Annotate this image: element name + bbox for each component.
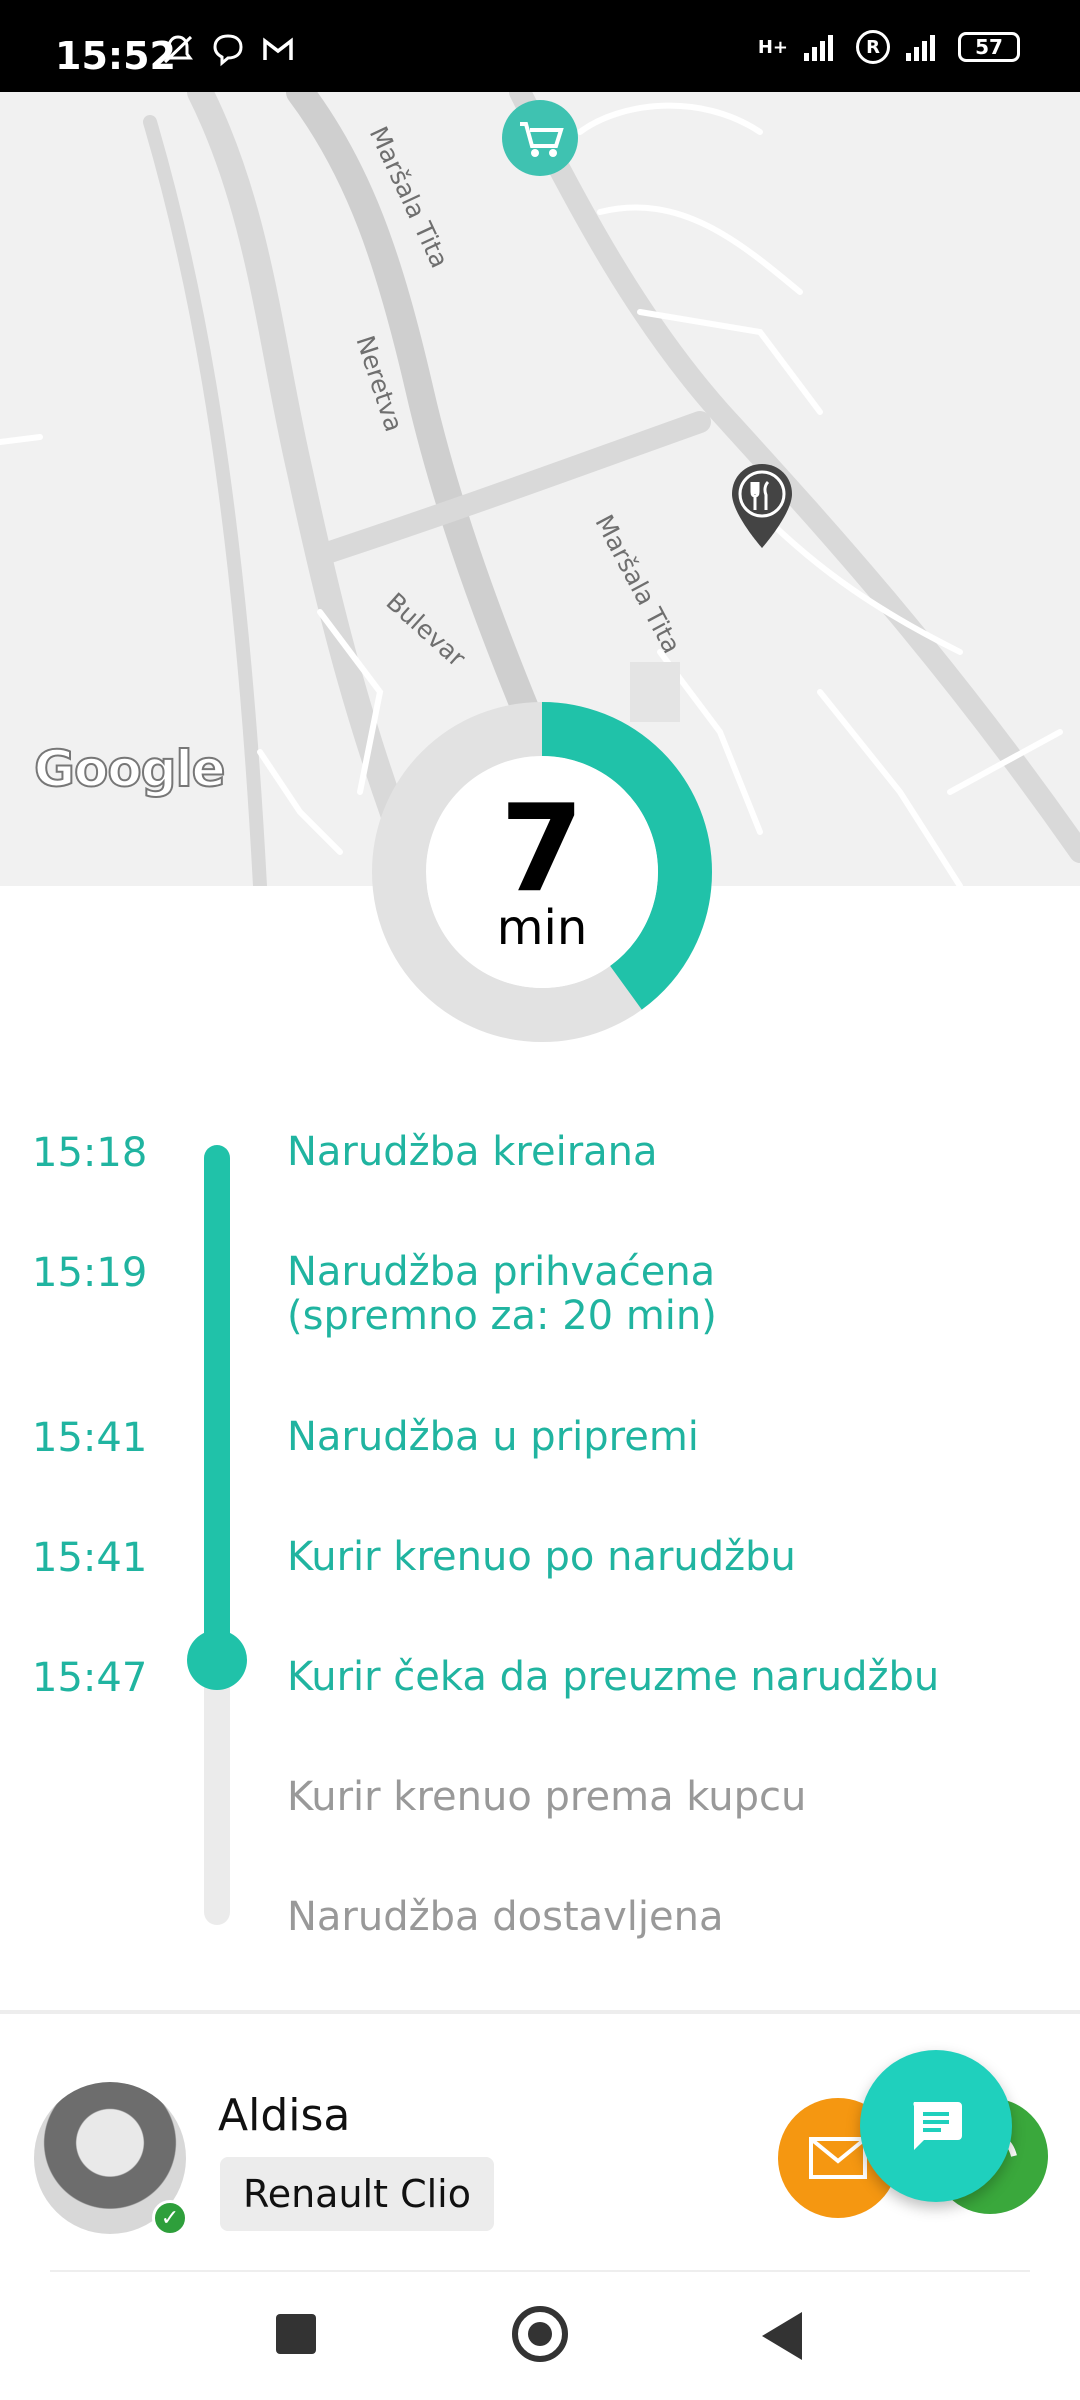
status-time: 15:52 [55, 34, 176, 78]
status-system-icons: H+ R 57 [758, 30, 1020, 64]
timeline-time: 15:19 [32, 1250, 148, 1296]
card-bottom-divider [50, 2270, 1030, 2272]
courier-vehicle: Renault Clio [220, 2157, 494, 2231]
timeline-progress [204, 1145, 230, 1660]
eta-unit: min [496, 900, 588, 956]
timeline-step-label: Kurir čeka da preuzme narudžbu [287, 1654, 940, 1700]
eta-value: 7 [500, 780, 584, 919]
timeline-step-label: Kurir krenuo prema kupcu [287, 1774, 807, 1820]
status-bar: 15:52 H+ R 57 [0, 0, 1080, 92]
cart-marker[interactable] [502, 100, 578, 176]
cart-icon [520, 122, 564, 157]
recents-button[interactable] [276, 2314, 316, 2354]
timeline-step-label: Narudžba kreirana [287, 1129, 658, 1175]
status-notification-icons [160, 32, 296, 68]
courier-name: Aldisa [218, 2090, 351, 2141]
back-button[interactable] [762, 2312, 802, 2360]
signal-icon-2 [906, 35, 935, 61]
verified-check-icon: ✓ [152, 2200, 188, 2236]
roaming-icon: R [856, 30, 890, 64]
timeline-time: 15:47 [32, 1655, 148, 1701]
signal-icon [804, 35, 833, 61]
timeline-time: 15:41 [32, 1535, 148, 1581]
google-logo: Google [33, 739, 227, 799]
gmail-icon [263, 37, 293, 60]
restaurant-pin-icon [732, 464, 792, 548]
timeline-time: 15:18 [32, 1130, 148, 1176]
timeline-step-label: Narudžba u pripremi [287, 1414, 699, 1460]
timeline-time: 15:41 [32, 1415, 148, 1461]
timeline-step-label: Narudžba dostavljena [287, 1894, 724, 1940]
viber-icon [213, 34, 243, 67]
mute-bell-icon [163, 35, 193, 64]
mail-icon [809, 2137, 867, 2179]
home-button[interactable] [512, 2306, 568, 2362]
timeline-step-label: Narudžba prihvaćena (spremno za: 20 min) [287, 1249, 717, 1339]
network-type: H+ [757, 36, 788, 58]
timeline-step-label: Kurir krenuo po narudžbu [287, 1534, 796, 1580]
chat-icon [913, 2102, 962, 2150]
section-divider [0, 2010, 1080, 2014]
timeline-current-marker [187, 1630, 247, 1690]
battery-icon: 57 [958, 32, 1020, 62]
chat-button[interactable] [860, 2050, 1012, 2202]
